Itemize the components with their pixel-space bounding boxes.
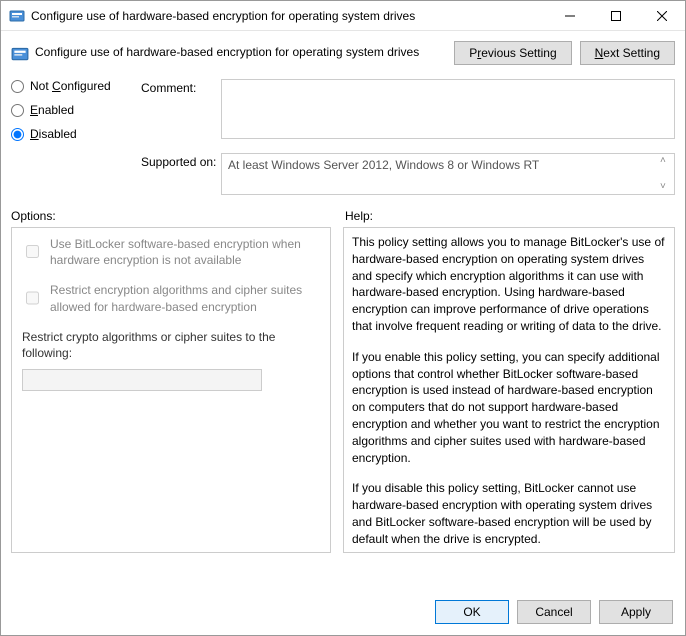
policy-icon [11,45,29,63]
state-radio-group: Not Configured Enabled Disabled [11,79,141,195]
maximize-button[interactable] [593,1,639,31]
radio-disabled-input[interactable] [11,128,24,141]
help-text-scroll[interactable]: This policy setting allows you to manage… [344,228,674,552]
comment-row: Comment: [141,79,675,139]
help-paragraph: If you enable this policy setting, you c… [352,349,666,467]
header-row: Configure use of hardware-based encrypti… [11,41,675,65]
comment-textarea[interactable] [221,79,675,139]
apply-button[interactable]: Apply [599,600,673,624]
app-icon [9,8,25,24]
radio-enabled-input[interactable] [11,104,24,117]
option-use-software-encryption: Use BitLocker software-based encryption … [22,236,320,268]
title-bar: Configure use of hardware-based encrypti… [1,1,685,31]
previous-setting-button[interactable]: Previous Setting [454,41,571,65]
option-use-software-encryption-checkbox [26,238,39,265]
section-labels: Options: Help: [11,209,675,223]
options-pane: Use BitLocker software-based encryption … [11,227,331,553]
policy-title: Configure use of hardware-based encrypti… [35,41,454,59]
minimize-button[interactable] [547,1,593,31]
supported-label: Supported on: [141,153,221,195]
scroll-up-icon[interactable]: ˄ [660,156,672,166]
next-setting-button[interactable]: Next Setting [580,41,675,65]
dialog-window: Configure use of hardware-based encrypti… [0,0,686,636]
supported-row: Supported on: At least Windows Server 20… [141,153,675,195]
radio-enabled[interactable]: Enabled [11,103,141,117]
scroll-down-icon[interactable]: ˅ [660,182,672,192]
options-label: Options: [11,209,331,223]
help-pane: This policy setting allows you to manage… [343,227,675,553]
close-button[interactable] [639,1,685,31]
fields-column: Comment: Supported on: At least Windows … [141,79,675,195]
supported-on-box: At least Windows Server 2012, Windows 8 … [221,153,675,195]
panes: Use BitLocker software-based encryption … [11,227,675,553]
option-restrict-algorithms: Restrict encryption algorithms and ciphe… [22,282,320,314]
window-title: Configure use of hardware-based encrypti… [31,9,547,23]
supported-on-text: At least Windows Server 2012, Windows 8 … [228,158,539,172]
radio-not-configured[interactable]: Not Configured [11,79,141,93]
help-paragraph: This policy setting allows you to manage… [352,234,666,335]
restrict-crypto-input [22,369,262,391]
ok-button[interactable]: OK [435,600,509,624]
config-row: Not Configured Enabled Disabled Comment: [11,79,675,195]
cancel-button[interactable]: Cancel [517,600,591,624]
nav-buttons: Previous Setting Next Setting [454,41,675,65]
comment-label: Comment: [141,79,221,139]
option-restrict-algorithms-checkbox [26,284,39,311]
restrict-crypto-label: Restrict crypto algorithms or cipher sui… [22,329,320,361]
dialog-footer: OK Cancel Apply [1,589,685,635]
dialog-body: Configure use of hardware-based encrypti… [1,31,685,589]
help-paragraph: If you disable this policy setting, BitL… [352,480,666,547]
help-label: Help: [331,209,675,223]
radio-not-configured-input[interactable] [11,80,24,93]
radio-disabled[interactable]: Disabled [11,127,141,141]
